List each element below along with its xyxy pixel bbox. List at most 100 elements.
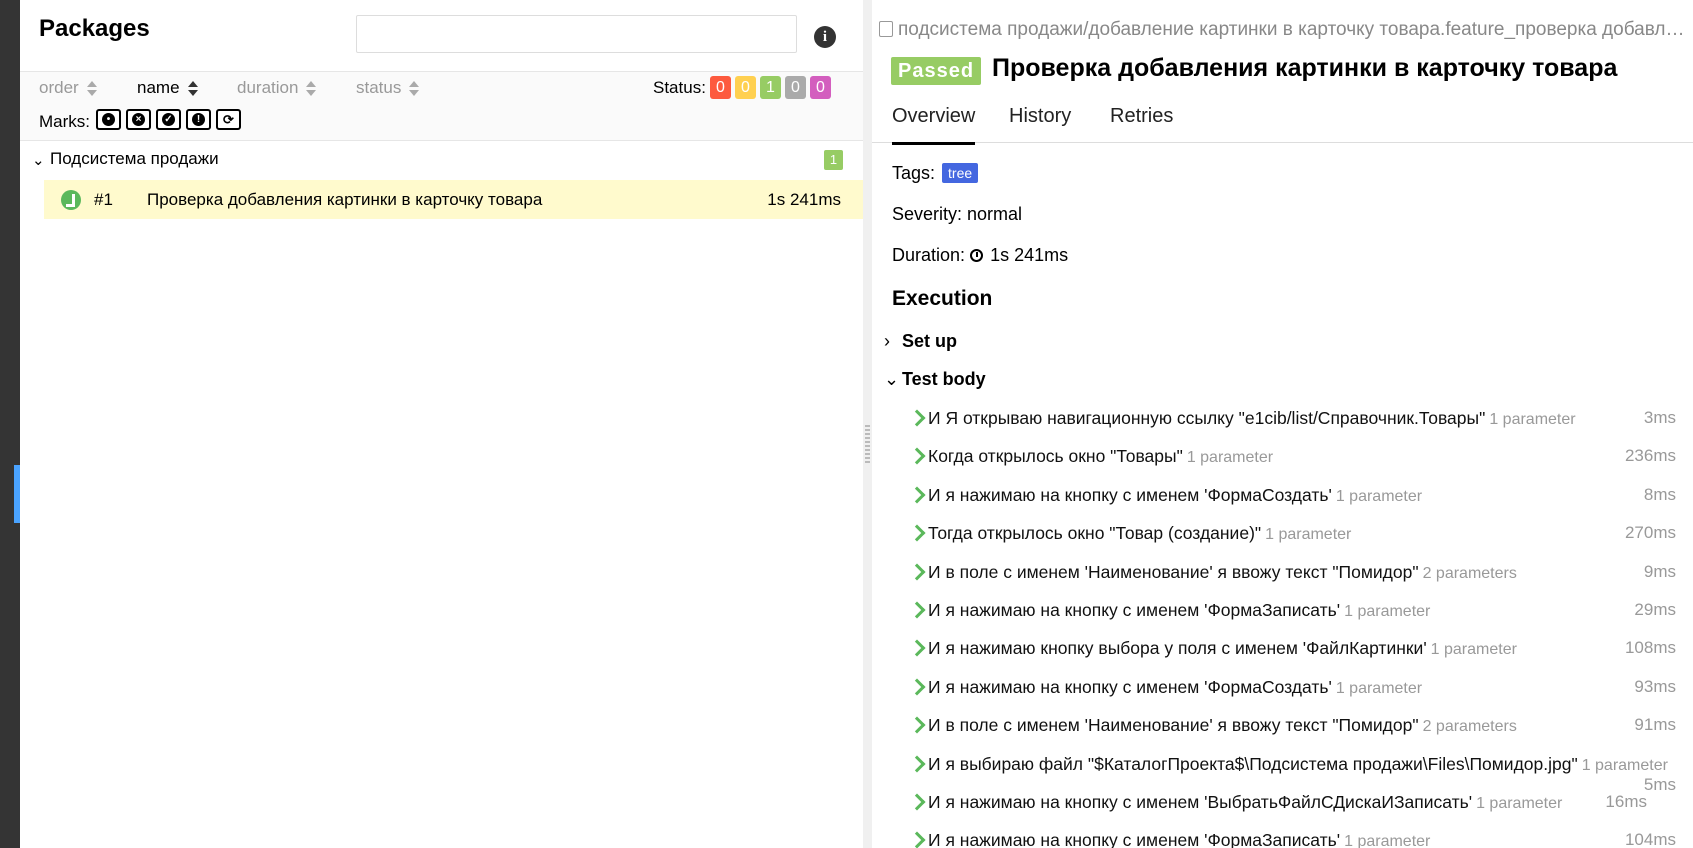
step-params: 1 parameter	[1265, 526, 1352, 543]
chevron-right-icon	[908, 716, 926, 734]
page-title: Проверка добавления картинки в карточку …	[992, 54, 1618, 82]
chevron-right-icon	[908, 409, 926, 427]
search-input[interactable]	[356, 15, 797, 53]
test-body-label: Test body	[902, 369, 986, 389]
sort-duration-label: duration	[237, 78, 299, 97]
test-number: #1	[94, 190, 113, 209]
pane-splitter[interactable]	[863, 0, 872, 848]
step-text: И в поле с именем 'Наименование' я ввожу…	[928, 715, 1419, 735]
step-params: 2 parameters	[1422, 718, 1517, 735]
info-icon[interactable]: i	[814, 26, 836, 48]
duration-value: 1s 241ms	[990, 245, 1069, 265]
step-row[interactable]: И я выбираю файл "$КаталогПроекта$\Подси…	[872, 754, 1693, 794]
drag-handle-icon	[865, 425, 870, 465]
sort-name-label: name	[137, 78, 180, 97]
step-time: 91ms	[1634, 715, 1676, 734]
duration-line: Duration: 1s 241ms	[892, 245, 1068, 266]
chevron-right-icon	[908, 755, 926, 773]
step-row[interactable]: И в поле с именем 'Наименование' я ввожу…	[872, 715, 1693, 749]
chevron-right-icon	[908, 639, 926, 657]
chevron-right-icon: ›	[884, 331, 890, 351]
sort-arrows-icon	[86, 80, 97, 97]
bomb-icon[interactable]: •	[96, 109, 121, 130]
step-params: 1 parameter	[1335, 488, 1423, 505]
setup-section[interactable]: › Set up	[884, 331, 957, 352]
step-time: 93ms	[1634, 677, 1676, 696]
step-row[interactable]: И я нажимаю на кнопку с именем 'ФормаЗап…	[872, 830, 1693, 848]
status-passed-badge[interactable]: 1	[760, 76, 781, 99]
tab-retries[interactable]: Retries	[1110, 105, 1173, 142]
step-row[interactable]: И я нажимаю на кнопку с именем 'ФормаСоз…	[872, 677, 1693, 711]
tab-history[interactable]: History	[1009, 105, 1071, 142]
test-name: Проверка добавления картинки в карточку …	[147, 190, 543, 209]
marks-filter: • × ✓ ! ⟳	[96, 109, 241, 130]
exclamation-circle-icon[interactable]: !	[186, 109, 211, 130]
step-row[interactable]: Тогда открылось окно "Товар (создание)" 1…	[872, 523, 1693, 557]
step-text: И я нажимаю на кнопку с именем 'ФормаСоз…	[928, 677, 1332, 697]
step-params: 1 parameter	[1344, 603, 1431, 620]
test-body-section[interactable]: ⌄ Test body	[884, 369, 986, 390]
step-row[interactable]: И Я открываю навигационную ссылку "e1cib…	[872, 408, 1693, 442]
sort-order[interactable]: order	[39, 78, 97, 98]
tab-overview[interactable]: Overview	[892, 105, 976, 145]
breadcrumb-text: подсистема продажи/добавление картинки в…	[898, 19, 1689, 40]
step-row[interactable]: И я нажимаю на кнопку с именем 'ВыбратьФ…	[872, 792, 1693, 826]
sort-duration[interactable]: duration	[237, 78, 317, 98]
step-params: 2 parameters	[1422, 565, 1517, 582]
step-text: И я нажимаю на кнопку с именем 'ВыбратьФ…	[928, 792, 1473, 812]
sort-arrows-icon	[409, 80, 420, 97]
chevron-right-icon	[908, 793, 926, 811]
packages-pane: Packages i order name duration status St…	[20, 0, 863, 848]
left-nav-bar	[0, 0, 20, 848]
step-text: И я нажимаю на кнопку с именем 'ФормаСоз…	[928, 485, 1332, 505]
step-params: 1 parameter	[1476, 795, 1563, 812]
step-row[interactable]: Когда открылось окно "Товары" 1 parameter…	[872, 446, 1693, 480]
chevron-right-icon	[908, 831, 926, 848]
chevron-right-icon	[908, 678, 926, 696]
test-row[interactable]: #1 Проверка добавления картинки в карточ…	[44, 180, 863, 219]
sort-toolbar: order name duration status Status: 0 0 1…	[20, 72, 863, 141]
step-time: 29ms	[1634, 600, 1676, 619]
tags-label: Tags:	[892, 163, 936, 183]
times-circle-icon[interactable]: ×	[126, 109, 151, 130]
execution-heading: Execution	[892, 287, 993, 310]
status-failed-badge[interactable]: 0	[710, 76, 731, 99]
sort-name[interactable]: name	[137, 78, 198, 98]
chevron-right-icon	[908, 524, 926, 542]
status-skipped-badge[interactable]: 0	[785, 76, 806, 99]
sort-arrows-icon	[187, 80, 198, 97]
test-detail-pane: подсистема продажи/добавление картинки в…	[872, 0, 1693, 848]
chevron-right-icon	[908, 563, 926, 581]
chevron-right-icon	[908, 447, 926, 465]
tag-badge[interactable]: tree	[942, 163, 979, 183]
step-text: И я выбираю файл "$КаталогПроекта$\Подси…	[928, 754, 1578, 774]
sort-status[interactable]: status	[356, 78, 420, 98]
refresh-icon[interactable]: ⟳	[216, 109, 241, 130]
status-badge: Passed	[891, 57, 982, 85]
step-text: И я нажимаю кнопку выбора у поля с имене…	[928, 638, 1427, 658]
step-row[interactable]: И я нажимаю кнопку выбора у поля с имене…	[872, 638, 1693, 672]
clock-icon	[970, 249, 984, 262]
status-filter-badges: 0 0 1 0 0	[710, 76, 831, 99]
status-unknown-badge[interactable]: 0	[810, 76, 831, 99]
step-time: 270ms	[1624, 523, 1676, 542]
setup-label: Set up	[902, 331, 958, 351]
step-time: 108ms	[1624, 638, 1676, 657]
step-params: 1 parameter	[1186, 449, 1274, 466]
status-filter-label: Status:	[653, 78, 706, 97]
check-circle-icon[interactable]: ✓	[156, 109, 181, 130]
step-row[interactable]: И я нажимаю на кнопку с именем 'ФормаСоз…	[872, 485, 1693, 519]
step-text: И Я открываю навигационную ссылку "e1cib…	[928, 408, 1486, 428]
check-circle-icon	[61, 190, 81, 210]
step-row[interactable]: И в поле с именем 'Наименование' я ввожу…	[872, 562, 1693, 596]
step-params: 1 parameter	[1430, 641, 1517, 658]
step-row[interactable]: И я нажимаю на кнопку с именем 'ФормаЗап…	[872, 600, 1693, 634]
step-time: 3ms	[1643, 408, 1676, 427]
step-params: 1 parameter	[1581, 757, 1668, 774]
package-group[interactable]: ⌄ Подсистема продажи 1	[20, 145, 863, 175]
step-text: И в поле с именем 'Наименование' я ввожу…	[928, 562, 1419, 582]
copy-icon[interactable]	[879, 21, 893, 37]
chevron-down-icon: ⌄	[884, 369, 900, 389]
status-broken-badge[interactable]: 0	[735, 76, 756, 99]
step-text: Когда открылось окно "Товары"	[928, 446, 1183, 466]
